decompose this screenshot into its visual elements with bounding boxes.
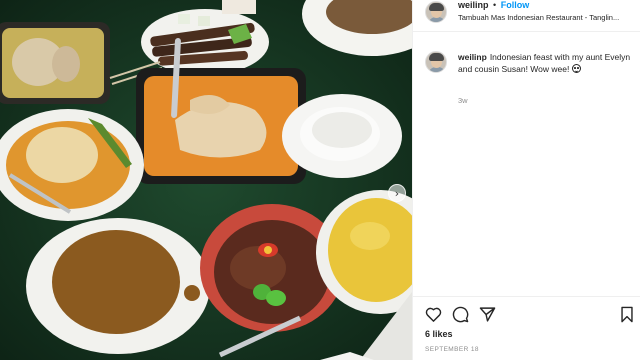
action-bar (423, 304, 638, 324)
save-button[interactable] (617, 304, 637, 324)
grinning-face-emoji-icon (571, 64, 581, 73)
separator-dot: • (493, 0, 497, 10)
comment-button[interactable] (450, 304, 470, 324)
carousel-next-button[interactable]: › (388, 184, 406, 202)
post-date: SEPTEMBER 18 (425, 346, 479, 353)
header-text: weilinp • Follow Tambuah Mas Indonesian … (458, 0, 638, 23)
napkin-holder (222, 0, 256, 14)
paper-plane-icon (479, 306, 495, 322)
like-button[interactable] (423, 304, 443, 324)
likes-count[interactable]: 6 likes (425, 329, 453, 339)
username-link[interactable]: weilinp (458, 0, 489, 10)
caption-avatar[interactable] (425, 51, 447, 73)
chevron-right-icon: › (394, 186, 400, 200)
bookmark-icon (621, 306, 633, 322)
bowl-light-curry (0, 22, 110, 104)
caption: weilinp Indonesian feast with my aunt Eve… (458, 51, 633, 75)
divider (413, 296, 640, 297)
share-button[interactable] (477, 304, 497, 324)
caption-username-link[interactable]: weilinp (458, 52, 487, 62)
post-photo[interactable]: › (0, 0, 412, 360)
post-side-panel: weilinp • Follow Tambuah Mas Indonesian … (412, 0, 640, 360)
heart-icon (425, 307, 441, 322)
plate-sambal (26, 218, 210, 354)
food-photo-illustration (0, 0, 412, 360)
location-link[interactable]: Tambuah Mas Indonesian Restaurant - Tang… (458, 13, 639, 23)
time-ago[interactable]: 3w (458, 96, 468, 105)
avatar[interactable] (425, 1, 447, 23)
bowl-white-rice (282, 94, 402, 178)
divider (413, 31, 640, 32)
follow-button[interactable]: Follow (501, 0, 530, 10)
comment-icon (452, 306, 468, 322)
post-header: weilinp • Follow Tambuah Mas Indonesian … (413, 0, 640, 24)
